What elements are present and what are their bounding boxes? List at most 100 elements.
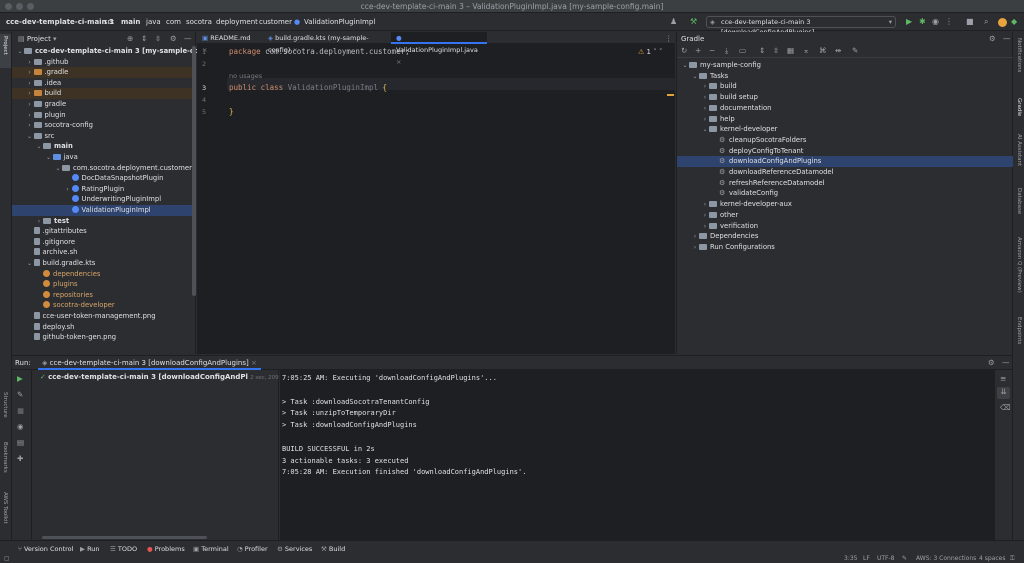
project-tree-item[interactable]: › plugin — [12, 110, 196, 121]
breadcrumb-deployment[interactable]: deployment — [216, 18, 258, 26]
show-dependencies-icon[interactable]: ⌘ — [819, 46, 827, 55]
gradle-tree-item[interactable]: ⚙ downloadConfigAndPlugins — [677, 156, 1013, 167]
wrench-icon[interactable]: ✎ — [852, 46, 858, 55]
tool-build[interactable]: ⚒ Build — [321, 545, 345, 553]
tool-version-control[interactable]: ⑂ Version Control — [18, 545, 73, 553]
search-icon[interactable]: ⌕ — [984, 17, 988, 27]
gradle-tree-item[interactable]: › verification — [677, 221, 1013, 232]
bookmarks-strip-label[interactable]: Bookmarks — [2, 442, 8, 473]
usages-hint[interactable]: no usages — [229, 72, 262, 80]
tool-profiler[interactable]: ◔ Profiler — [237, 545, 268, 553]
run-tree-scrollbar[interactable] — [42, 536, 207, 539]
project-tree-item[interactable]: ⌄ build.gradle.kts — [12, 258, 196, 269]
project-panel-title[interactable]: Project — [27, 35, 51, 43]
aws-toolkit-strip-label[interactable]: AWS Toolkit — [2, 492, 8, 524]
add-icon[interactable]: + — [695, 46, 701, 55]
eye-icon[interactable]: ◉ — [17, 422, 24, 431]
gradle-tree-item[interactable]: › Run Configurations — [677, 242, 1013, 253]
project-tree-item[interactable]: github-token-gen.png — [12, 332, 196, 343]
project-tree-item[interactable]: › .github — [12, 57, 196, 68]
locate-icon[interactable]: ⊕ — [127, 34, 133, 43]
run-tree-item[interactable]: ✓ cce-dev-template-ci-main 3 [downloadCo… — [32, 372, 289, 383]
notifications-strip-label[interactable]: Notifications — [1016, 38, 1022, 72]
tool-todo[interactable]: ☰ TODO — [110, 545, 137, 553]
project-tree-item[interactable]: ValidationPluginImpl — [12, 205, 196, 216]
dependency-icon[interactable]: ▦ — [787, 46, 794, 55]
breadcrumb-java[interactable]: java — [146, 18, 161, 26]
project-tree-item[interactable]: .gitignore — [12, 237, 196, 248]
console-output[interactable]: 7:05:25 AM: Executing 'downloadConfigAnd… — [280, 370, 995, 541]
gradle-tree-item[interactable]: › other — [677, 210, 1013, 221]
layout-icon[interactable]: ▤ — [17, 438, 24, 447]
trash-icon[interactable]: ⌫ — [1000, 403, 1011, 412]
hammer-icon[interactable]: ⚒ — [690, 17, 697, 26]
chevron-down-icon[interactable]: ▾ — [53, 35, 57, 43]
project-tree-item[interactable]: deploy.sh — [12, 322, 196, 333]
project-tree-item[interactable]: › RatingPlugin — [12, 184, 196, 195]
amazonq-strip-label[interactable]: Amazon Q (Preview) — [1016, 237, 1022, 293]
debug-icon[interactable]: ✱ — [919, 17, 926, 26]
gradle-tree-item[interactable]: › kernel-developer-aux — [677, 199, 1013, 210]
project-tree-item[interactable]: archive.sh — [12, 247, 196, 258]
project-tree-item[interactable]: ⌄ java — [12, 152, 196, 163]
tool-problems[interactable]: ● Problems — [147, 545, 185, 553]
gradle-tree-item[interactable]: ⌄ kernel-developer — [677, 124, 1013, 135]
project-tree-item[interactable]: ⌄ src — [12, 131, 196, 142]
stop-icon[interactable]: ■ — [17, 406, 24, 415]
project-scrollbar[interactable] — [192, 46, 196, 296]
gradle-tree-item[interactable]: ⌄ Tasks — [677, 71, 1013, 82]
chevron-up-icon[interactable]: ˄ — [653, 48, 657, 56]
project-tree-item[interactable]: ⌄ main — [12, 141, 196, 152]
project-tree-item[interactable]: UnderwritingPluginImpl — [12, 194, 196, 205]
run-configuration-select[interactable]: ◈ cce-dev-template-ci-main 3 [downloadCo… — [706, 16, 896, 36]
project-tree-item[interactable]: plugins — [12, 279, 196, 290]
code-area[interactable]: package com.socotra.deployment.customer;… — [229, 44, 669, 344]
tool-services[interactable]: ⚙ Services — [277, 545, 312, 553]
gradle-tree-item[interactable]: ⚙ cleanupSocotraFolders — [677, 135, 1013, 146]
gradle-tree-item[interactable]: › build — [677, 81, 1013, 92]
inspection-widget[interactable]: ⚠ 1 ˄ ˅ — [638, 48, 662, 56]
database-strip-label[interactable]: Database — [1016, 188, 1022, 214]
file-encoding[interactable]: UTF-8 — [877, 555, 895, 562]
hide-icon[interactable]: — — [1002, 358, 1010, 367]
project-tree-item[interactable]: dependencies — [12, 269, 196, 280]
settings-icon[interactable]: ⚙ — [170, 34, 177, 43]
account-icon[interactable]: ♟ — [670, 17, 677, 26]
endpoints-strip-label[interactable]: Endpoints — [1016, 317, 1022, 344]
more-tabs-icon[interactable]: ⋮ — [665, 34, 673, 43]
gradle-tree-item[interactable]: › Dependencies — [677, 231, 1013, 242]
wrench-icon[interactable]: ✎ — [17, 390, 23, 399]
collapse-all-icon[interactable]: ⇳ — [155, 34, 161, 43]
breadcrumb-src[interactable]: src — [104, 18, 114, 26]
breadcrumb-customer[interactable]: customer — [259, 18, 292, 26]
hide-icon[interactable]: — — [1003, 34, 1011, 43]
download-sources-icon[interactable]: ⤓ — [725, 46, 728, 56]
soft-wrap-icon[interactable]: ≡ — [1000, 374, 1006, 383]
run-tab[interactable]: ◈ cce-dev-template-ci-main 3 [downloadCo… — [38, 356, 261, 370]
toggle-offline-icon[interactable]: ▭ — [739, 46, 746, 55]
gradle-strip-label[interactable]: Gradle — [1016, 98, 1022, 116]
remove-icon[interactable]: − — [709, 46, 715, 55]
hide-icon[interactable]: — — [184, 34, 192, 43]
ai-assistant-strip-label[interactable]: AI Assistant — [1016, 134, 1022, 166]
tab-validation-plugin[interactable]: ● ValidationPluginImpl.java × — [391, 32, 487, 66]
breadcrumb-com[interactable]: com — [166, 18, 181, 26]
project-tree-item[interactable]: › build — [12, 88, 196, 99]
readonly-toggle-icon[interactable]: ✎ — [902, 555, 907, 562]
toggle-tool-windows-icon[interactable]: ▢ — [4, 555, 10, 562]
scroll-to-end-icon[interactable]: ⇊ — [997, 387, 1010, 399]
project-tree-item[interactable]: cce-user-token-management.png — [12, 311, 196, 322]
gradle-tree-item[interactable]: ⌄ my-sample-config — [677, 60, 1013, 71]
breadcrumb-main[interactable]: main — [121, 18, 140, 26]
gradle-tree-item[interactable]: ⚙ validateConfig — [677, 188, 1013, 199]
more-run-icon[interactable]: ⋮ — [945, 17, 953, 26]
tool-run[interactable]: ▶ Run — [80, 545, 100, 553]
collapse-all-icon[interactable]: ⇳ — [773, 46, 779, 55]
warning-marker[interactable] — [667, 94, 674, 96]
project-tree-item[interactable]: › gradle — [12, 99, 196, 110]
analyze-icon[interactable]: ⇹ — [835, 46, 841, 55]
gradle-tree-item[interactable]: › build setup — [677, 92, 1013, 103]
project-tree-item[interactable]: .gitattributes — [12, 226, 196, 237]
gradle-tree-item[interactable]: ⚙ refreshReferenceDatamodel — [677, 178, 1013, 189]
gradle-tree-item[interactable]: › documentation — [677, 103, 1013, 114]
